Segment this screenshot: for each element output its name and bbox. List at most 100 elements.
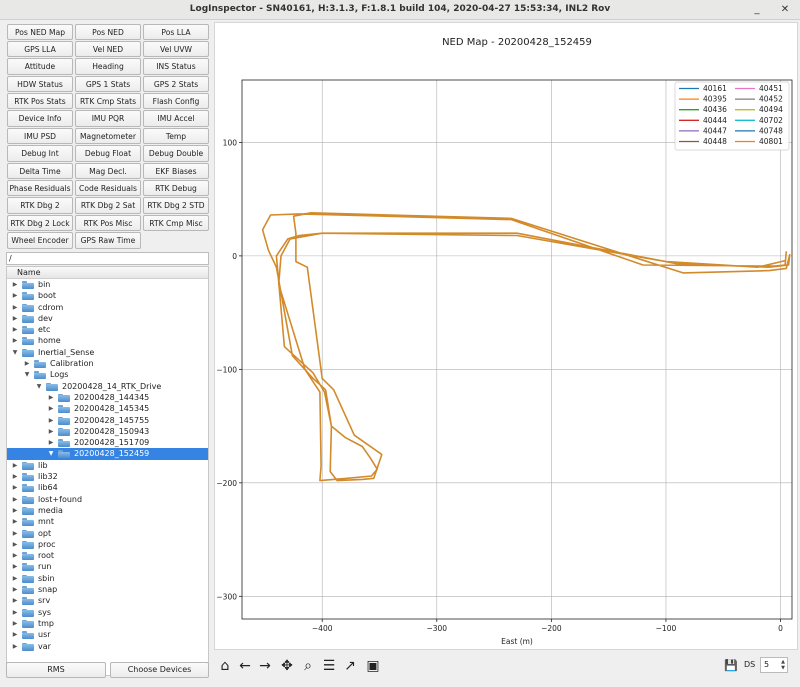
plot-button-debug-int[interactable]: Debug Int <box>7 145 73 162</box>
save-icon[interactable]: 💾 <box>722 657 740 675</box>
tree-item[interactable]: ▼ Inertial_Sense <box>7 347 208 358</box>
tree-item[interactable]: ▶ home <box>7 335 208 346</box>
tree-item[interactable]: ▶ opt <box>7 528 208 539</box>
plot-button-pos-lla[interactable]: Pos LLA <box>143 23 209 40</box>
tree-item[interactable]: ▶ sbin <box>7 573 208 584</box>
collapse-arrow-icon[interactable]: ▶ <box>11 516 19 527</box>
collapse-arrow-icon[interactable]: ▶ <box>11 335 19 346</box>
plot-button-rtk-cmp-misc[interactable]: RTK Cmp Misc <box>143 214 209 232</box>
plot-button-ekf-biases[interactable]: EKF Biases <box>143 162 209 180</box>
tree-item[interactable]: ▶ snap <box>7 584 208 595</box>
expand-arrow-icon[interactable]: ▼ <box>23 369 31 380</box>
plot-button-rtk-pos-stats[interactable]: RTK Pos Stats <box>7 93 73 110</box>
collapse-arrow-icon[interactable]: ▶ <box>23 358 31 369</box>
collapse-arrow-icon[interactable]: ▶ <box>11 302 19 313</box>
plot-button-debug-double[interactable]: Debug Double <box>143 145 209 162</box>
tree-item[interactable]: ▶ dev <box>7 313 208 324</box>
plot-button-attitude[interactable]: Attitude <box>7 58 73 75</box>
plot-button-rtk-pos-misc[interactable]: RTK Pos Misc <box>75 214 141 232</box>
plot-button-gps-2-stats[interactable]: GPS 2 Stats <box>143 75 209 93</box>
plot-button-pos-ned-map[interactable]: Pos NED Map <box>7 23 73 40</box>
tree-item[interactable]: ▼ 20200428_14_RTK_Drive <box>7 381 208 392</box>
plot-button-hdw-status[interactable]: HDW Status <box>7 75 73 93</box>
collapse-arrow-icon[interactable]: ▶ <box>11 539 19 550</box>
tree-item[interactable]: ▼ 20200428_152459 <box>7 448 208 460</box>
file-tree[interactable]: Name ▶ bin ▶ boot ▶ cdrom ▶ dev ▶ etc ▶ home ▼ Inerti… <box>6 266 209 676</box>
plot-button-rtk-cmp-stats[interactable]: RTK Cmp Stats <box>75 93 141 110</box>
tree-item[interactable]: ▶ usr <box>7 629 208 640</box>
tree-item[interactable]: ▶ tmp <box>7 618 208 629</box>
tree-item[interactable]: ▶ media <box>7 505 208 516</box>
plot-button-heading[interactable]: Heading <box>75 58 141 75</box>
back-icon[interactable]: ← <box>236 657 254 675</box>
pan-icon[interactable]: ✥ <box>278 657 296 675</box>
collapse-arrow-icon[interactable]: ▶ <box>11 528 19 539</box>
collapse-arrow-icon[interactable]: ▶ <box>11 595 19 606</box>
plot-button-temp[interactable]: Temp <box>143 127 209 145</box>
configure-icon[interactable]: ☰ <box>320 657 338 675</box>
collapse-arrow-icon[interactable]: ▶ <box>11 641 19 652</box>
collapse-arrow-icon[interactable]: ▶ <box>47 403 55 414</box>
tree-item[interactable]: ▶ proc <box>7 539 208 550</box>
expand-arrow-icon[interactable]: ▼ <box>47 448 55 459</box>
plot-button-gps-raw-time[interactable]: GPS Raw Time <box>75 232 141 249</box>
tree-item[interactable]: ▶ cdrom <box>7 302 208 313</box>
tree-item[interactable]: ▶ 20200428_151709 <box>7 437 208 448</box>
close-button[interactable]: ✕ <box>778 3 792 17</box>
collapse-arrow-icon[interactable]: ▶ <box>11 279 19 290</box>
plot-button-code-residuals[interactable]: Code Residuals <box>75 180 141 197</box>
plot-button-rtk-dbg-2-sat[interactable]: RTK Dbg 2 Sat <box>75 197 141 214</box>
plot-button-flash-config[interactable]: Flash Config <box>143 93 209 110</box>
plot-button-vel-ned[interactable]: Vel NED <box>75 40 141 58</box>
tree-item[interactable]: ▶ lib64 <box>7 482 208 493</box>
plot-button-rtk-debug[interactable]: RTK Debug <box>143 180 209 197</box>
collapse-arrow-icon[interactable]: ▶ <box>11 618 19 629</box>
tree-header-name[interactable]: Name <box>7 267 208 279</box>
tree-item[interactable]: ▶ sys <box>7 607 208 618</box>
tree-item[interactable]: ▶ mnt <box>7 516 208 527</box>
tree-item[interactable]: ▶ etc <box>7 324 208 335</box>
plot-button-gps-lla[interactable]: GPS LLA <box>7 40 73 58</box>
collapse-arrow-icon[interactable]: ▶ <box>11 494 19 505</box>
expand-arrow-icon[interactable]: ▼ <box>35 381 43 392</box>
plot-button-delta-time[interactable]: Delta Time <box>7 162 73 180</box>
collapse-arrow-icon[interactable]: ▶ <box>47 426 55 437</box>
collapse-arrow-icon[interactable]: ▶ <box>11 607 19 618</box>
tree-item[interactable]: ▶ root <box>7 550 208 561</box>
tree-item[interactable]: ▶ lib <box>7 460 208 471</box>
collapse-arrow-icon[interactable]: ▶ <box>11 290 19 301</box>
ds-value[interactable]: 5 <box>764 660 769 669</box>
collapse-arrow-icon[interactable]: ▶ <box>11 584 19 595</box>
plot-button-rtk-dbg-2-lock[interactable]: RTK Dbg 2 Lock <box>7 214 73 232</box>
collapse-arrow-icon[interactable]: ▶ <box>11 561 19 572</box>
collapse-arrow-icon[interactable]: ▶ <box>11 629 19 640</box>
forward-icon[interactable]: → <box>256 657 274 675</box>
plot-area[interactable]: NED Map - 20200428_152459 −400 −300 −200 −10… <box>214 22 798 650</box>
plot-button-ins-status[interactable]: INS Status <box>143 58 209 75</box>
axes-icon[interactable]: ↗ <box>341 657 359 675</box>
plot-button-magnetometer[interactable]: Magnetometer <box>75 127 141 145</box>
plot-button-rtk-dbg-2[interactable]: RTK Dbg 2 <box>7 197 73 214</box>
tree-item[interactable]: ▶ 20200428_145755 <box>7 415 208 426</box>
expand-arrow-icon[interactable]: ▼ <box>11 347 19 358</box>
collapse-arrow-icon[interactable]: ▶ <box>11 313 19 324</box>
plot-button-phase-residuals[interactable]: Phase Residuals <box>7 180 73 197</box>
tree-item[interactable]: ▶ 20200428_144345 <box>7 392 208 403</box>
ned-map-chart[interactable]: NED Map - 20200428_152459 −400 −300 −200 −10… <box>215 23 799 651</box>
tree-item[interactable]: ▶ var <box>7 641 208 652</box>
tree-item[interactable]: ▶ srv <box>7 595 208 606</box>
path-input[interactable]: / <box>6 252 209 265</box>
plot-button-rtk-dbg-2-std[interactable]: RTK Dbg 2 STD <box>143 197 209 214</box>
tree-item[interactable]: ▶ Calibration <box>7 358 208 369</box>
plot-button-vel-uvw[interactable]: Vel UVW <box>143 40 209 58</box>
tree-item[interactable]: ▶ run <box>7 561 208 572</box>
collapse-arrow-icon[interactable]: ▶ <box>11 550 19 561</box>
collapse-arrow-icon[interactable]: ▶ <box>11 482 19 493</box>
collapse-arrow-icon[interactable]: ▶ <box>47 392 55 403</box>
choose-devices-button[interactable]: Choose Devices <box>110 662 209 678</box>
spin-arrows-icon[interactable]: ▲ ▼ <box>781 659 785 671</box>
minimize-button[interactable]: _ <box>750 3 764 17</box>
tree-item[interactable]: ▼ Logs <box>7 369 208 380</box>
collapse-arrow-icon[interactable]: ▶ <box>11 460 19 471</box>
collapse-arrow-icon[interactable]: ▶ <box>11 505 19 516</box>
